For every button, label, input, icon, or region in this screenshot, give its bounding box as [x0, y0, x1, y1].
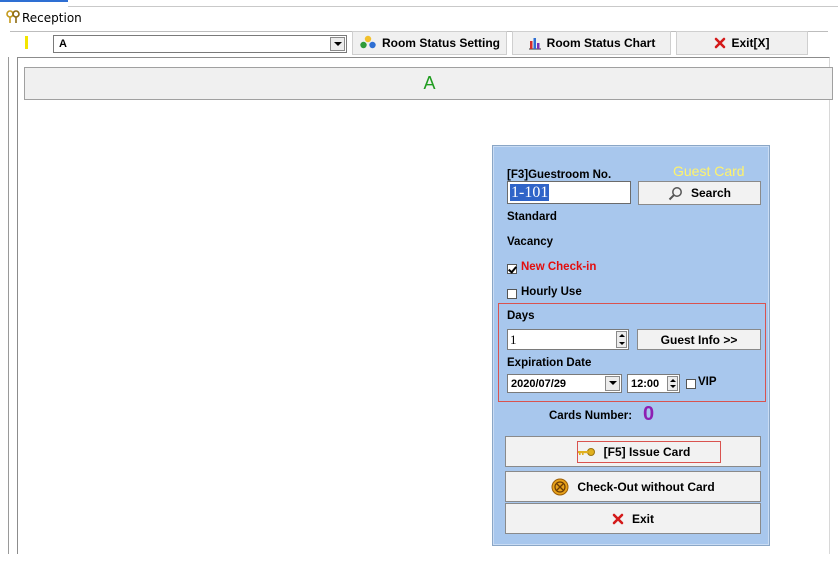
days-label: Days [507, 310, 535, 322]
red-x-icon [612, 513, 624, 524]
guest-info-label: Guest Info >> [660, 332, 738, 347]
text-cursor-marker [25, 36, 28, 49]
exit-button[interactable]: Exit [505, 503, 761, 534]
room-status-chart-button[interactable]: Room Status Chart [512, 31, 671, 55]
keys-icon [6, 10, 20, 24]
expiration-time-stepper[interactable]: 12:00 [627, 374, 680, 393]
title-separator [68, 6, 838, 7]
room-status-setting-label: Room Status Setting [381, 36, 500, 50]
guest-card-panel: [F3]Guestroom No. Guest Card 1-101 Searc… [492, 145, 770, 546]
cards-number-value: 0 [643, 403, 655, 425]
checkout-without-card-label: Check-Out without Card [577, 479, 715, 494]
guestroom-input[interactable]: 1-101 [507, 181, 631, 204]
room-type-label: Standard [507, 211, 557, 223]
days-stepper[interactable]: 1 [507, 329, 629, 350]
room-status-chart-label: Room Status Chart [546, 36, 656, 50]
vip-label[interactable]: VIP [698, 376, 717, 388]
cards-number-label: Cards Number: [549, 410, 633, 422]
bar-chart-icon [528, 37, 541, 49]
room-status-setting-button[interactable]: Room Status Setting [352, 31, 507, 55]
new-checkin-checkbox[interactable] [507, 264, 517, 274]
expiration-date-select[interactable]: 2020/07/29 [507, 374, 622, 393]
chevron-down-icon[interactable] [330, 37, 345, 51]
search-label: Search [690, 186, 732, 200]
people-icon [360, 35, 376, 49]
building-header-panel: A [24, 67, 833, 100]
checkout-without-card-button[interactable]: Check-Out without Card [505, 471, 761, 502]
new-checkin-label[interactable]: New Check-in [521, 261, 596, 273]
building-select-value: A [59, 38, 67, 50]
issue-card-button[interactable]: [F5] Issue Card [505, 436, 761, 467]
room-status-label: Vacancy [507, 236, 554, 248]
expiration-date-label: Expiration Date [507, 357, 592, 369]
building-header-label: A [423, 73, 436, 93]
guestroom-value: 1-101 [510, 184, 550, 201]
guestroom-label: [F3]Guestroom No. [507, 169, 612, 181]
spinner-icon[interactable] [616, 331, 627, 348]
vip-checkbox[interactable] [686, 379, 696, 389]
expiration-time-value: 12:00 [631, 378, 660, 390]
expiration-date-value: 2020/07/29 [511, 378, 567, 390]
chevron-down-icon[interactable] [605, 376, 620, 391]
guest-card-title: Guest Card [673, 163, 745, 179]
hourly-use-checkbox[interactable] [507, 289, 517, 299]
search-button[interactable]: Search [638, 181, 761, 205]
checkout-badge-icon [551, 478, 569, 495]
days-value: 1 [510, 332, 517, 347]
title-accent-line [0, 0, 68, 2]
toolbar-exit-label: Exit[X] [731, 36, 770, 50]
focus-rectangle [577, 441, 721, 463]
hourly-use-label[interactable]: Hourly Use [521, 286, 582, 298]
red-x-icon [715, 37, 726, 49]
window-title: Reception [22, 11, 82, 25]
guest-info-button[interactable]: Guest Info >> [637, 329, 761, 350]
exit-label: Exit [631, 511, 654, 526]
building-select[interactable]: A [53, 35, 347, 53]
magnifier-icon [668, 186, 682, 200]
window-left-edge [8, 57, 9, 554]
spinner-icon[interactable] [667, 376, 678, 391]
toolbar-exit-button[interactable]: Exit[X] [676, 31, 808, 55]
